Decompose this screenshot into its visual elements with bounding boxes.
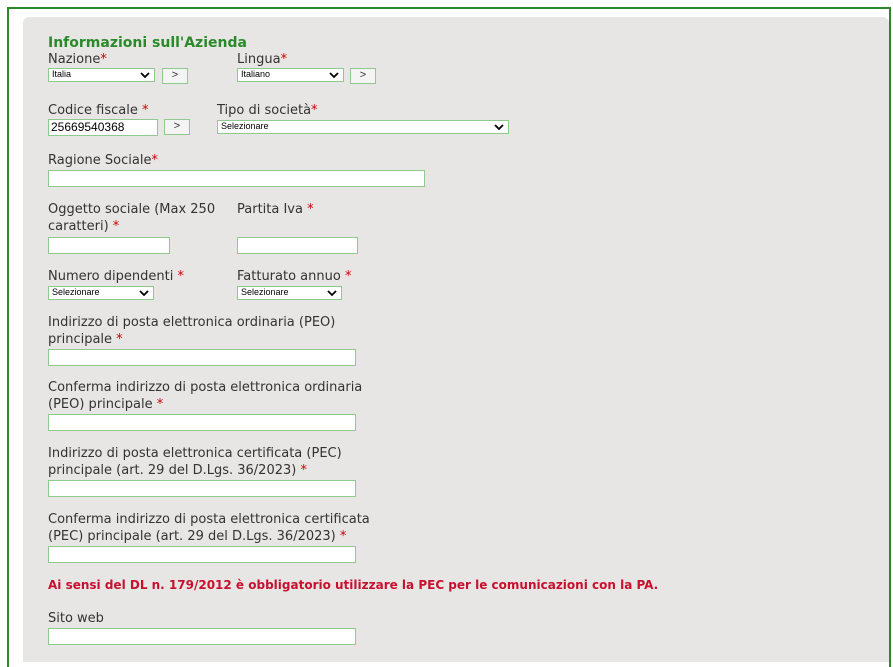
oggetto-sociale-input[interactable] — [48, 237, 170, 254]
tipo-societa-label: Tipo di società* — [217, 103, 318, 118]
fatturato-annuo-select[interactable]: Selezionare — [237, 286, 342, 300]
nazione-next-button[interactable]: > — [162, 68, 188, 84]
numero-dipendenti-select[interactable]: Selezionare — [48, 286, 154, 300]
pec-confirm-label-line1: Conferma indirizzo di posta elettronica … — [48, 512, 370, 527]
chevron-down-icon — [494, 124, 504, 131]
pec-confirm-label: Conferma indirizzo di posta elettronica … — [48, 512, 370, 544]
partita-iva-input[interactable] — [237, 237, 358, 254]
peo-confirm-input[interactable] — [48, 414, 356, 431]
peo-input[interactable] — [48, 349, 356, 366]
ragione-sociale-label: Ragione Sociale* — [48, 153, 158, 168]
chevron-down-icon — [140, 72, 150, 79]
chevron-down-icon — [329, 72, 339, 79]
pec-confirm-input[interactable] — [48, 546, 356, 563]
lingua-next-button[interactable]: > — [350, 68, 376, 84]
nazione-select[interactable]: Italia — [48, 68, 155, 82]
oggetto-sociale-label-line1: Oggetto sociale (Max 250 — [48, 202, 216, 217]
codice-fiscale-label: Codice fiscale * — [48, 103, 149, 118]
pec-label: Indirizzo di posta elettronica certifica… — [48, 446, 342, 478]
peo-label-line1: Indirizzo di posta elettronica ordinaria… — [48, 315, 336, 330]
numero-dipendenti-selected-value: Selezionare — [52, 287, 100, 297]
chevron-down-icon — [139, 290, 149, 297]
peo-confirm-label-line1: Conferma indirizzo di posta elettronica … — [48, 380, 363, 395]
partita-iva-label: Partita Iva * — [237, 202, 314, 217]
tipo-societa-select[interactable]: Selezionare — [217, 120, 509, 134]
tipo-societa-selected-value: Selezionare — [221, 121, 269, 131]
pec-input[interactable] — [48, 480, 356, 497]
chevron-down-icon — [327, 290, 337, 297]
nazione-selected-value: Italia — [52, 69, 72, 79]
peo-confirm-label: Conferma indirizzo di posta elettronica … — [48, 380, 363, 412]
fatturato-annuo-label: Fatturato annuo * — [237, 269, 352, 284]
numero-dipendenti-label: Numero dipendenti * — [48, 269, 184, 284]
pec-notice: Ai sensi del DL n. 179/2012 è obbligator… — [48, 578, 659, 592]
lingua-selected-value: Italiano — [241, 69, 271, 79]
oggetto-sociale-label: Oggetto sociale (Max 250 caratteri) * — [48, 202, 216, 234]
lingua-select[interactable]: Italiano — [237, 68, 344, 82]
codice-fiscale-next-button[interactable]: > — [164, 119, 190, 135]
lingua-label: Lingua* — [237, 52, 288, 67]
sito-web-input[interactable] — [48, 628, 356, 645]
pec-label-line1: Indirizzo di posta elettronica certifica… — [48, 446, 342, 461]
sito-web-label: Sito web — [48, 611, 104, 626]
ragione-sociale-input[interactable] — [48, 170, 425, 187]
codice-fiscale-input[interactable]: 25669540368 — [48, 119, 158, 136]
fatturato-annuo-selected-value: Selezionare — [241, 287, 289, 297]
peo-label: Indirizzo di posta elettronica ordinaria… — [48, 315, 336, 347]
section-title: Informazioni sull'Azienda — [48, 35, 247, 51]
nazione-label: Nazione* — [48, 52, 107, 67]
